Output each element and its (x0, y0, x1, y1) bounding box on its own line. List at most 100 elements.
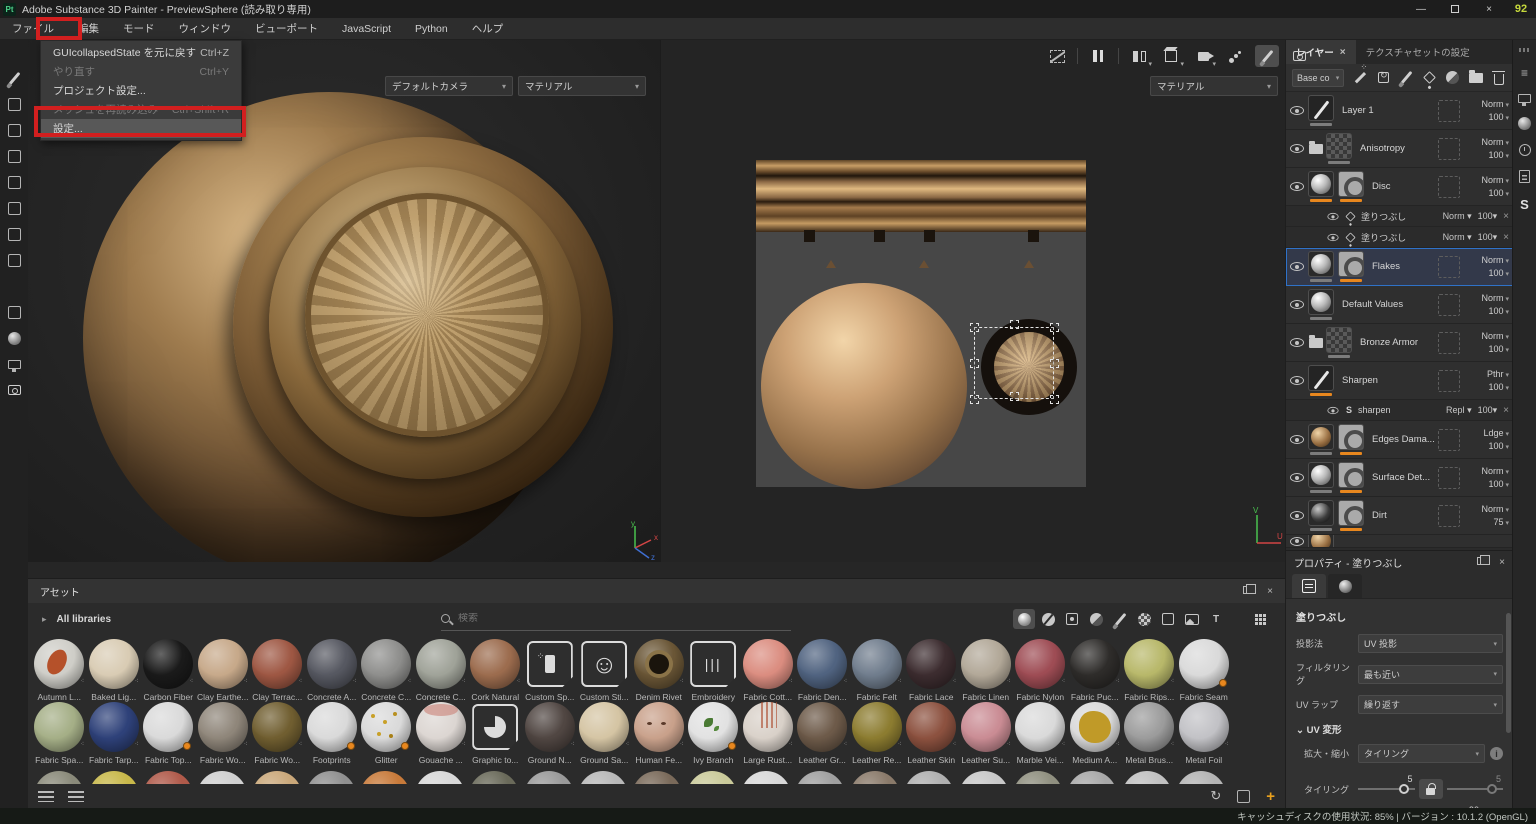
log-icon[interactable] (1519, 170, 1530, 183)
opacity-value[interactable]: 100▾ (1488, 306, 1509, 316)
close-assets-icon[interactable]: × (1267, 586, 1273, 597)
asset-item[interactable]: ⁖Denim Rivet (632, 639, 687, 702)
edit-menu-item-0[interactable]: GUIcollapsedState を元に戻すCtrl+Z (41, 43, 241, 62)
add-paint-layer-icon[interactable] (1399, 70, 1413, 86)
asset-item[interactable]: ⁖Marble Vei... (1013, 702, 1068, 765)
asset-item[interactable]: Footprints (305, 702, 360, 765)
blend-mode[interactable]: Norm▾ (1481, 331, 1509, 341)
import-resources-icon[interactable]: + (1266, 788, 1275, 805)
symmetry-button[interactable]: ▾ (1127, 45, 1151, 67)
asset-item[interactable]: ⁖Fabric Tarp... (87, 702, 142, 765)
delete-layer-icon[interactable] (1492, 70, 1506, 86)
asset-item[interactable]: ☺Custom Sti... (577, 639, 632, 702)
asset-item[interactable]: ⁖Concrete C... (359, 639, 414, 702)
menu-item-3[interactable]: ウィンドウ (167, 18, 244, 40)
visibility-toggle[interactable] (1290, 262, 1304, 271)
add-fill-layer-icon[interactable] (1423, 70, 1437, 86)
asset-item[interactable]: ⁖Carbon Fiber (141, 639, 196, 702)
scale-mode-select[interactable]: タイリング▾ (1358, 744, 1485, 763)
layer-mask-thumbnail[interactable] (1338, 424, 1364, 455)
asset-item[interactable]: ⁖Fabric Lace (904, 639, 959, 702)
new-resource-icon[interactable] (1237, 790, 1250, 803)
camera-mode-button[interactable]: ▾ (1191, 45, 1215, 67)
effect-blend-mode[interactable]: Repl ▾ (1446, 405, 1472, 416)
asset-item[interactable]: ⁖Leather Su... (959, 702, 1014, 765)
effect-opacity[interactable]: 100▾ (1478, 211, 1498, 222)
opacity-value[interactable]: 100▾ (1488, 188, 1509, 198)
asset-item[interactable]: ⁖Leather Re... (850, 702, 905, 765)
paint-mode-button[interactable] (1255, 45, 1279, 67)
asset-item[interactable]: ⁖Fabric Spa... (32, 702, 87, 765)
viewer-settings-icon[interactable] (4, 328, 24, 348)
opacity-value[interactable]: 100▾ (1488, 112, 1509, 122)
properties-tab-parameters[interactable] (1292, 574, 1326, 598)
display-settings-icon[interactable] (1518, 94, 1531, 103)
layer-row-flakes[interactable]: FlakesNorm▾100▾ (1286, 248, 1513, 286)
add-effect-icon[interactable] (1353, 70, 1367, 86)
asset-item[interactable]: ⁖Metal Brus... (1122, 702, 1177, 765)
shelf-view-icon-2[interactable] (68, 791, 84, 802)
material-slot[interactable] (1438, 370, 1460, 392)
opacity-value[interactable]: 100▾ (1488, 382, 1509, 392)
history-icon[interactable] (1519, 144, 1531, 156)
asset-item[interactable]: ⁖Fabric Wo... (250, 702, 305, 765)
view-mode-select-3d[interactable]: マテリアル▾ (518, 76, 646, 96)
layer-row-default-values[interactable]: Default ValuesNorm▾100▾ (1286, 286, 1513, 324)
asset-item[interactable]: ⁘Custom Sp... (523, 639, 578, 702)
selection-handle[interactable] (970, 359, 979, 368)
selection-handle[interactable] (970, 395, 979, 404)
layer-row-surface-det-[interactable]: Surface Det...Norm▾100▾ (1286, 459, 1513, 497)
textures-filter-icon[interactable] (1157, 609, 1179, 629)
visibility-toggle[interactable] (1290, 182, 1304, 191)
blend-mode[interactable]: Norm▾ (1481, 504, 1509, 514)
mannequin-tool-icon[interactable] (4, 224, 24, 244)
tab-texture-set-settings[interactable]: テクスチャセットの設定 (1356, 40, 1480, 64)
shelf-view-icon-1[interactable] (38, 791, 54, 802)
layer-row-anisotropy[interactable]: AnisotropyNorm▾100▾ (1286, 130, 1513, 168)
asset-item[interactable]: ⁖Fabric Felt (850, 639, 905, 702)
visibility-toggle[interactable] (1290, 300, 1304, 309)
effect-opacity[interactable]: 100▾ (1478, 405, 1498, 416)
blend-mode[interactable]: Pthr▾ (1487, 369, 1509, 379)
layer-blend-opacity[interactable]: Norm▾75▾ (1465, 504, 1509, 527)
materials-filter-icon[interactable] (1013, 609, 1035, 629)
layer-thumbnail[interactable] (1308, 289, 1334, 320)
blend-mode[interactable]: Ldge▾ (1483, 428, 1509, 438)
menu-item-7[interactable]: ヘルプ (460, 18, 516, 40)
asset-item[interactable]: ⁖Clay Earthe... (196, 639, 251, 702)
layer-mask-thumbnail[interactable] (1338, 251, 1364, 282)
layer-blend-opacity[interactable]: Norm▾100▾ (1465, 175, 1509, 198)
filtering-select[interactable]: 最も近い▾ (1358, 665, 1503, 684)
info-icon[interactable]: i (1490, 747, 1503, 760)
environments-filter-icon[interactable] (1181, 609, 1203, 629)
layer-thumbnail[interactable] (1308, 424, 1334, 455)
visibility-toggle[interactable] (1290, 144, 1304, 153)
edit-menu-item-4[interactable]: 設定... (41, 119, 241, 138)
preview-sphere-3d[interactable] (83, 92, 575, 562)
visibility-toggle[interactable] (1290, 473, 1304, 482)
layer-thumbnail[interactable] (1308, 171, 1334, 202)
blend-mode[interactable]: Norm▾ (1481, 255, 1509, 265)
tab-close-icon[interactable]: × (1340, 47, 1346, 58)
properties-scrollbar[interactable] (1506, 613, 1511, 733)
float-panel-icon[interactable] (1477, 557, 1485, 565)
visibility-toggle[interactable] (1327, 406, 1338, 413)
uv-transform-section[interactable]: ⌄ UV 変形 (1296, 722, 1503, 736)
asset-item[interactable]: ⁖Leather Gr... (795, 702, 850, 765)
layer-effect-row[interactable]: 塗りつぶしNorm ▾100▾× (1286, 227, 1513, 248)
material-slot[interactable] (1438, 467, 1460, 489)
material-slot[interactable] (1438, 100, 1460, 122)
asset-item[interactable]: Ivy Branch (686, 702, 741, 765)
layer-thumbnail[interactable] (1308, 462, 1334, 493)
asset-item[interactable]: |||Embroidery (686, 639, 741, 702)
alphas-filter-icon[interactable] (1133, 609, 1155, 629)
visibility-toggle[interactable] (1290, 537, 1304, 546)
material-slot[interactable] (1438, 505, 1460, 527)
opacity-value[interactable]: 100▾ (1488, 441, 1509, 451)
edit-menu-item-1[interactable]: やり直すCtrl+Y (41, 62, 241, 81)
substance-icon[interactable]: S (1520, 197, 1529, 212)
opacity-value[interactable]: 100▾ (1488, 268, 1509, 278)
opacity-value[interactable]: 100▾ (1488, 150, 1509, 160)
asset-item[interactable]: ⁖Leather Skin (904, 702, 959, 765)
remove-effect-icon[interactable]: × (1503, 405, 1509, 416)
